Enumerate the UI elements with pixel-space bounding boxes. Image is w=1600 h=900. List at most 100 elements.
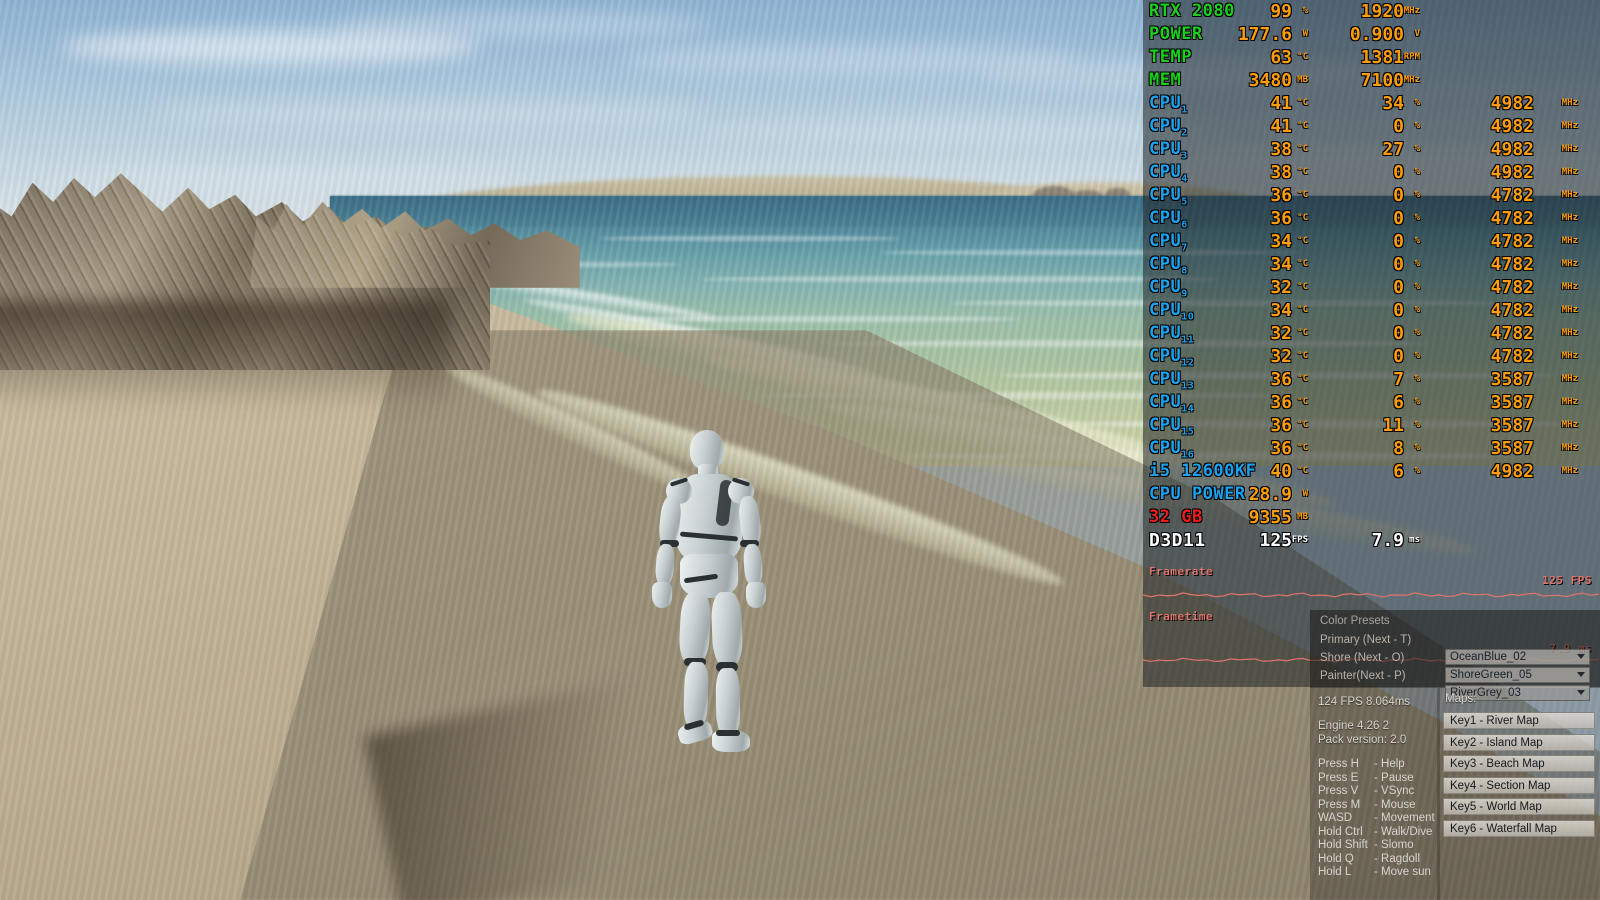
hw-stat-unit: W: [1302, 29, 1308, 39]
keybinding-key: Press M: [1318, 798, 1361, 811]
hw-stat-unit: MHz: [1561, 374, 1578, 384]
map-button[interactable]: Key6 - Waterfall Map: [1443, 819, 1595, 837]
hw-stat-value: 0: [1393, 254, 1404, 275]
hw-stat-label: CPU POWER: [1149, 484, 1246, 504]
hw-stat-value: 34: [1382, 93, 1404, 114]
chevron-down-icon: [1577, 672, 1585, 677]
hw-stat-unit: ms: [1409, 535, 1420, 545]
hw-stat-value: 36: [1270, 369, 1292, 390]
hw-stat-value: 0: [1393, 185, 1404, 206]
hw-stat-value: 0.900: [1349, 24, 1404, 45]
hw-stat-unit: MHz: [1561, 259, 1578, 269]
hw-stat-value: 34: [1270, 254, 1292, 275]
hw-stat-label-index: 12: [1181, 357, 1195, 369]
hw-stat-unit: °C: [1297, 420, 1308, 430]
map-button[interactable]: Key1 - River Map: [1443, 712, 1595, 729]
hw-stat-unit: %: [1414, 190, 1420, 200]
hw-stat-label-index: 5: [1181, 196, 1188, 208]
hw-stat-value: 99: [1270, 1, 1292, 22]
hw-stat-value: 1920: [1360, 1, 1404, 22]
hw-stat-unit: %: [1414, 443, 1420, 453]
hw-stat-label-index: 14: [1181, 403, 1195, 415]
map-button-label: Key2 - Island Map: [1450, 736, 1543, 749]
keybinding-action: - Mouse: [1374, 798, 1416, 811]
hw-stat-row: CPU1 41 °C 34% 4982 MHz: [1143, 92, 1600, 115]
maps-title: Maps:: [1445, 693, 1477, 705]
hw-stat-value: 4782: [1490, 185, 1534, 206]
rock-shadow: [0, 300, 450, 410]
hw-stat-row: CPU14 36 °C 6% 3587 MHz: [1143, 391, 1600, 414]
hw-stat-row: CPU13 36 °C 7% 3587 MHz: [1143, 368, 1600, 391]
keybinding-key: Hold Shift: [1318, 839, 1368, 851]
hw-stat-value: 3587: [1490, 392, 1534, 413]
hw-stat-value: 38: [1270, 139, 1292, 160]
map-button-label: Key6 - Waterfall Map: [1450, 822, 1557, 835]
hw-stat-value: 0: [1393, 323, 1404, 344]
hw-stat-label: 32 GB: [1149, 507, 1203, 527]
hw-stat-unit: °C: [1297, 98, 1308, 108]
hw-stat-unit: °C: [1297, 374, 1308, 384]
hw-stat-label-index: 7: [1181, 242, 1188, 254]
hw-stat-row: TEMP 63 °C 1381 RPM: [1143, 46, 1600, 69]
color-preset-row: Shore (Next - O) ShoreGreen_05: [1320, 650, 1590, 683]
keybinding-action: - Move sun: [1374, 866, 1431, 878]
hw-stat-value: 125: [1259, 530, 1292, 551]
color-preset-value: ShoreGreen_05: [1450, 669, 1532, 681]
hw-stat-value: 36: [1270, 208, 1292, 229]
hw-stat-unit: %: [1414, 397, 1420, 407]
map-button[interactable]: Key2 - Island Map: [1443, 733, 1595, 751]
keybinding-key: Hold L: [1318, 866, 1352, 878]
hw-stat-row: CPU15 36 °C 11% 3587 MHz: [1143, 414, 1600, 437]
hw-stat-value: 4982: [1490, 162, 1534, 183]
hw-stat-unit: °C: [1297, 52, 1308, 62]
hw-stat-unit: °C: [1297, 190, 1308, 200]
keybinding-action: - Movement: [1374, 812, 1435, 824]
hw-stat-value: 4782: [1490, 231, 1534, 252]
hw-stat-label-index: 3: [1181, 150, 1188, 162]
hw-stat-unit: %: [1414, 282, 1420, 292]
hw-stat-value: 7.9: [1371, 530, 1404, 551]
map-button[interactable]: Key4 - Section Map: [1443, 776, 1595, 794]
hw-stat-label: POWER: [1149, 24, 1203, 44]
keybinding-key: Hold Q: [1318, 852, 1354, 865]
color-preset-row: Primary (Next - T) OceanBlue_02: [1320, 632, 1590, 665]
hw-stat-unit: °C: [1297, 328, 1308, 338]
map-button[interactable]: Key5 - World Map: [1443, 798, 1595, 815]
hw-stat-value: 0: [1393, 300, 1404, 321]
hw-stat-row: MEM 3480 MB 7100 MHz: [1143, 69, 1600, 92]
hw-stat-value: 4782: [1490, 277, 1534, 298]
hw-stat-value: 32: [1270, 346, 1292, 367]
hw-stat-label-index: 11: [1181, 334, 1195, 346]
hw-stat-value: 3587: [1490, 369, 1534, 390]
chevron-down-icon: [1577, 654, 1585, 659]
hw-stat-unit: MHz: [1561, 121, 1578, 131]
hw-stat-label-index: 16: [1181, 449, 1195, 461]
hw-stat-unit: %: [1414, 259, 1420, 269]
color-preset-dropdown[interactable]: OceanBlue_02: [1445, 649, 1590, 665]
hw-stat-label-index: 8: [1181, 265, 1188, 277]
hw-stat-row: POWER 177.6 W 0.900 V: [1143, 23, 1600, 46]
hw-stat-row: CPU11 32 °C 0% 4782 MHz: [1143, 322, 1600, 345]
color-preset-dropdown[interactable]: ShoreGreen_05: [1445, 667, 1590, 683]
hw-stat-value: 4782: [1490, 208, 1534, 229]
hw-stat-value: 0: [1393, 277, 1404, 298]
hw-stat-label: RTX 2080: [1149, 1, 1235, 21]
hw-stat-row: i5 12600KF 40 °C 6% 4982 MHz: [1143, 460, 1600, 483]
hw-stat-value: 9355: [1248, 507, 1292, 528]
wave: [600, 236, 900, 241]
keybinding-key: Press V: [1318, 785, 1359, 797]
hw-stat-value: 36: [1270, 415, 1292, 436]
map-button[interactable]: Key3 - Beach Map: [1443, 755, 1595, 772]
hw-stat-value: 3587: [1490, 415, 1534, 436]
hw-stat-unit: %: [1414, 351, 1420, 361]
hw-stat-value: 0: [1393, 346, 1404, 367]
hardware-stat-rows: RTX 2080 99% 1920 MHz POWER 177.6 W 0.900 V TEMP 6…: [1143, 0, 1600, 552]
hw-stat-row: CPU2 41 °C 0% 4982 MHz: [1143, 115, 1600, 138]
keybinding-key: Hold Ctrl: [1318, 825, 1363, 838]
hw-stat-value: 3587: [1490, 438, 1534, 459]
hw-stat-value: 4982: [1490, 93, 1534, 114]
wave: [700, 276, 1220, 282]
hw-stat-unit: MHz: [1403, 75, 1420, 85]
hw-stat-unit: MHz: [1561, 282, 1578, 292]
hw-stat-unit: MHz: [1561, 397, 1578, 407]
